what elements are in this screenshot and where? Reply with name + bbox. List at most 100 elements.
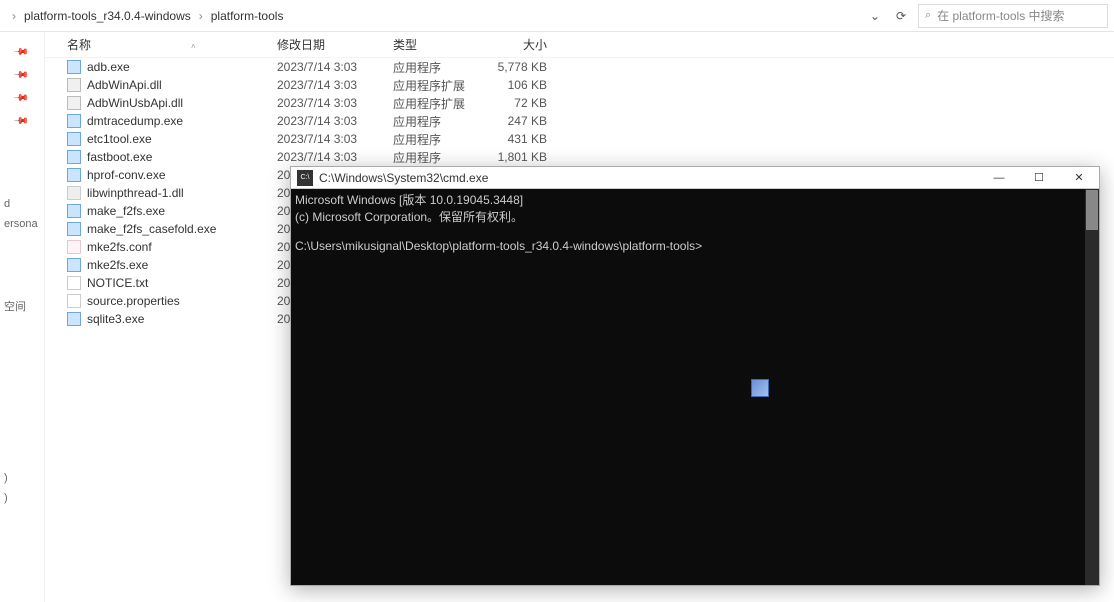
minimize-button[interactable]: — <box>979 167 1019 189</box>
file-name: adb.exe <box>87 60 130 74</box>
file-name: mke2fs.exe <box>87 258 148 272</box>
file-icon <box>67 240 81 254</box>
file-date: 2023/7/14 3:03 <box>277 60 393 74</box>
file-name: sqlite3.exe <box>87 312 144 326</box>
file-icon <box>67 96 81 110</box>
col-name[interactable]: 名称˄ <box>67 36 277 53</box>
refresh-icon[interactable]: ⟳ <box>896 9 906 23</box>
file-name: make_f2fs.exe <box>87 204 165 218</box>
search-placeholder: 在 platform-tools 中搜索 <box>937 7 1064 24</box>
file-icon <box>67 204 81 218</box>
dropdown-icon[interactable]: ⌄ <box>870 9 880 23</box>
file-name: hprof-conv.exe <box>87 168 166 182</box>
side-label: d <box>0 194 44 214</box>
side-label: 空间 <box>0 294 44 318</box>
file-row[interactable]: AdbWinApi.dll 2023/7/14 3:03应用程序扩展106 KB <box>45 76 1114 94</box>
col-date[interactable]: 修改日期 <box>277 36 393 53</box>
breadcrumb[interactable]: › platform-tools_r34.0.4-windows › platf… <box>0 9 858 23</box>
file-type: 应用程序 <box>393 149 485 166</box>
file-name: fastboot.exe <box>87 150 152 164</box>
file-icon <box>67 114 81 128</box>
col-size[interactable]: 大小 <box>485 36 547 53</box>
file-date: 2023/7/14 3:03 <box>277 78 393 92</box>
file-icon <box>67 294 81 308</box>
file-name-cell: AdbWinApi.dll <box>67 78 277 92</box>
file-date: 2023/7/14 3:03 <box>277 132 393 146</box>
file-name-cell: hprof-conv.exe <box>67 168 277 182</box>
file-row[interactable]: fastboot.exe 2023/7/14 3:03应用程序1,801 KB <box>45 148 1114 166</box>
side-label: ) <box>0 468 44 488</box>
address-bar: › platform-tools_r34.0.4-windows › platf… <box>0 0 1114 32</box>
chevron-right-icon: › <box>195 9 207 23</box>
file-size: 5,778 KB <box>485 60 547 74</box>
side-label: ersona <box>0 214 44 234</box>
file-type: 应用程序 <box>393 113 485 130</box>
file-name-cell: libwinpthread-1.dll <box>67 186 277 200</box>
breadcrumb-parent[interactable]: platform-tools_r34.0.4-windows <box>20 9 195 23</box>
file-name-cell: etc1tool.exe <box>67 132 277 146</box>
cmd-window[interactable]: C:\ C:\Windows\System32\cmd.exe — ☐ ✕ Mi… <box>290 166 1100 586</box>
file-name: mke2fs.conf <box>87 240 152 254</box>
file-row[interactable]: etc1tool.exe 2023/7/14 3:03应用程序431 KB <box>45 130 1114 148</box>
col-type[interactable]: 类型 <box>393 36 485 53</box>
file-name-cell: dmtracedump.exe <box>67 114 277 128</box>
file-type: 应用程序 <box>393 59 485 76</box>
maximize-button[interactable]: ☐ <box>1019 167 1059 189</box>
file-type: 应用程序 <box>393 131 485 148</box>
chevron-right-icon: › <box>8 9 20 23</box>
file-icon <box>67 60 81 74</box>
file-type: 应用程序扩展 <box>393 95 485 112</box>
file-name-cell: mke2fs.exe <box>67 258 277 272</box>
file-size: 106 KB <box>485 78 547 92</box>
file-name-cell: make_f2fs.exe <box>67 204 277 218</box>
file-icon <box>67 132 81 146</box>
file-name: NOTICE.txt <box>87 276 148 290</box>
file-size: 1,801 KB <box>485 150 547 164</box>
file-row[interactable]: adb.exe 2023/7/14 3:03应用程序5,778 KB <box>45 58 1114 76</box>
cmd-titlebar[interactable]: C:\ C:\Windows\System32\cmd.exe — ☐ ✕ <box>291 167 1099 189</box>
file-name-cell: source.properties <box>67 294 277 308</box>
search-icon: ⌕ <box>925 9 931 22</box>
file-name-cell: mke2fs.conf <box>67 240 277 254</box>
sort-indicator-icon: ˄ <box>191 42 196 51</box>
search-input[interactable]: ⌕ 在 platform-tools 中搜索 <box>918 4 1108 28</box>
column-headers: 名称˄ 修改日期 类型 大小 <box>45 32 1114 58</box>
file-icon <box>67 168 81 182</box>
file-name-cell: AdbWinUsbApi.dll <box>67 96 277 110</box>
file-name: AdbWinUsbApi.dll <box>87 96 183 110</box>
file-icon <box>67 258 81 272</box>
file-size: 247 KB <box>485 114 547 128</box>
file-name-cell: NOTICE.txt <box>67 276 277 290</box>
file-icon <box>67 222 81 236</box>
scrollbar-thumb[interactable] <box>1086 190 1098 230</box>
file-name: AdbWinApi.dll <box>87 78 162 92</box>
breadcrumb-current[interactable]: platform-tools <box>207 9 288 23</box>
file-icon <box>67 312 81 326</box>
file-name: source.properties <box>87 294 180 308</box>
file-name: etc1tool.exe <box>87 132 152 146</box>
file-size: 72 KB <box>485 96 547 110</box>
file-name: dmtracedump.exe <box>87 114 183 128</box>
cmd-output[interactable]: Microsoft Windows [版本 10.0.19045.3448] (… <box>291 189 1099 585</box>
scrollbar[interactable] <box>1085 189 1099 585</box>
file-icon <box>67 186 81 200</box>
cursor-icon <box>751 379 769 397</box>
file-name-cell: adb.exe <box>67 60 277 74</box>
file-size: 431 KB <box>485 132 547 146</box>
file-icon <box>67 78 81 92</box>
file-row[interactable]: dmtracedump.exe2023/7/14 3:03应用程序247 KB <box>45 112 1114 130</box>
close-button[interactable]: ✕ <box>1059 167 1099 189</box>
file-type: 应用程序扩展 <box>393 77 485 94</box>
file-name: make_f2fs_casefold.exe <box>87 222 216 236</box>
side-label: ) <box>0 488 44 508</box>
file-name: libwinpthread-1.dll <box>87 186 184 200</box>
file-icon <box>67 150 81 164</box>
cmd-icon: C:\ <box>297 170 313 186</box>
cmd-title: C:\Windows\System32\cmd.exe <box>319 171 979 185</box>
file-row[interactable]: AdbWinUsbApi.dll 2023/7/14 3:03应用程序扩展72 K… <box>45 94 1114 112</box>
file-icon <box>67 276 81 290</box>
file-date: 2023/7/14 3:03 <box>277 150 393 164</box>
file-name-cell: fastboot.exe <box>67 150 277 164</box>
side-panel: 📌 📌 📌 📌 d ersona 空间 ) ) <box>0 32 45 602</box>
file-date: 2023/7/14 3:03 <box>277 96 393 110</box>
